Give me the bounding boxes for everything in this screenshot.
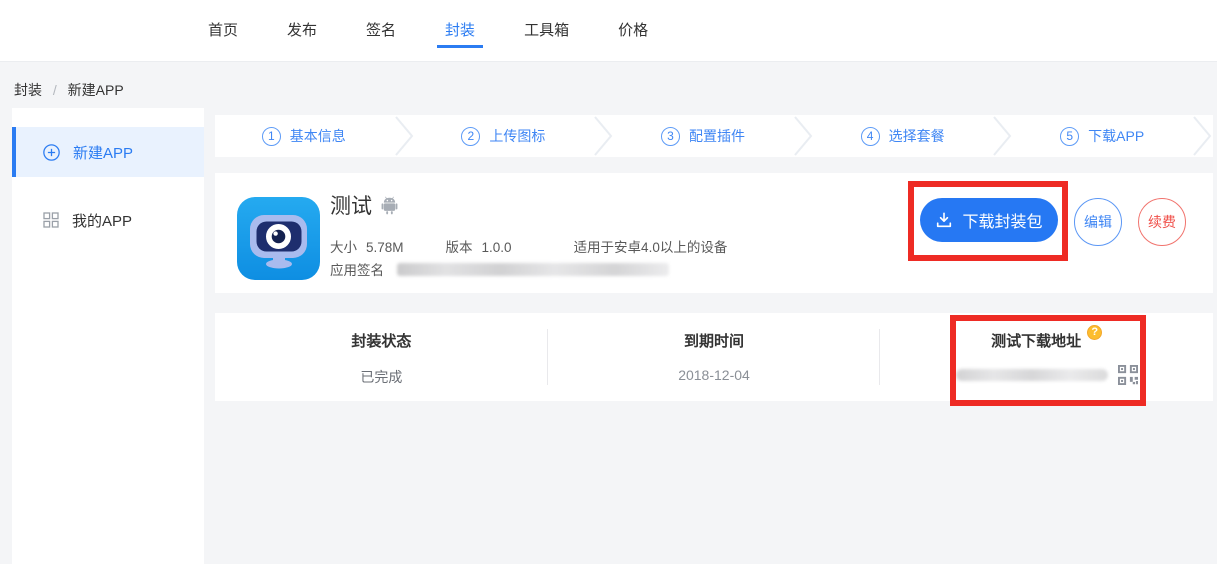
- grid-icon: [43, 212, 59, 228]
- status-column-expiry: 到期时间 2018-12-04: [548, 313, 881, 401]
- download-package-button[interactable]: 下载封装包: [920, 198, 1058, 242]
- step-basic-info[interactable]: 1 基本信息: [215, 115, 393, 157]
- download-url-redacted[interactable]: [956, 369, 1108, 381]
- app-icon: [237, 197, 320, 280]
- status-column-package-status: 封装状态 已完成: [215, 313, 548, 401]
- step-select-plan[interactable]: 4 选择套餐: [814, 115, 992, 157]
- step-number-badge: 5: [1060, 127, 1079, 146]
- step-label: 上传图标: [489, 126, 545, 146]
- step-label: 下载APP: [1088, 126, 1144, 146]
- step-download-app[interactable]: 5 下载APP: [1013, 115, 1191, 157]
- breadcrumb-section[interactable]: 封装: [14, 82, 42, 98]
- signature-label: 应用签名: [330, 259, 384, 279]
- signature-value-redacted: [397, 263, 669, 276]
- chevron-right-icon: [592, 115, 614, 157]
- step-number-badge: 1: [262, 127, 281, 146]
- sidebar-item-new-app[interactable]: 新建APP: [12, 127, 204, 177]
- step-label: 基本信息: [290, 126, 346, 146]
- nav-item-home[interactable]: 首页: [208, 0, 238, 62]
- status-column-download-url: 测试下载地址 ?: [880, 313, 1213, 401]
- qr-code-icon[interactable]: [1118, 365, 1138, 385]
- app-name: 测试: [330, 190, 372, 220]
- sidebar-item-label: 新建APP: [73, 142, 133, 163]
- nav-item-price[interactable]: 价格: [618, 0, 648, 62]
- download-icon: [935, 211, 953, 229]
- breadcrumb-separator: /: [53, 82, 57, 98]
- android-icon: [381, 196, 398, 215]
- compatibility-text: 适用于安卓4.0以上的设备: [574, 236, 728, 256]
- step-label: 配置插件: [689, 126, 745, 146]
- edit-button[interactable]: 编辑: [1074, 198, 1122, 246]
- nav-item-package[interactable]: 封装: [445, 0, 475, 62]
- sidebar: 新建APP 我的APP: [12, 108, 204, 564]
- sidebar-item-my-app[interactable]: 我的APP: [12, 195, 204, 245]
- nav-item-sign[interactable]: 签名: [366, 0, 396, 62]
- plus-circle-icon: [43, 144, 60, 161]
- step-label: 选择套餐: [889, 126, 945, 146]
- top-nav: 首页 发布 签名 封装 工具箱 价格: [208, 0, 648, 62]
- expiry-label: 到期时间: [684, 330, 744, 351]
- step-configure-plugins[interactable]: 3 配置插件: [614, 115, 792, 157]
- step-upload-icon[interactable]: 2 上传图标: [415, 115, 593, 157]
- breadcrumb-current: 新建APP: [68, 82, 124, 98]
- step-number-badge: 2: [461, 127, 480, 146]
- status-panel: 封装状态 已完成 到期时间 2018-12-04 测试下载地址 ?: [215, 313, 1213, 401]
- chevron-right-icon: [792, 115, 814, 157]
- version-value: 1.0.0: [482, 240, 512, 255]
- status-value: 已完成: [360, 367, 402, 387]
- version-label: 版本: [446, 236, 473, 256]
- expiry-value: 2018-12-04: [678, 367, 750, 383]
- nav-item-toolbox[interactable]: 工具箱: [524, 0, 569, 62]
- breadcrumb: 封装 / 新建APP: [14, 80, 124, 100]
- renew-button[interactable]: 续费: [1138, 198, 1186, 246]
- chevron-right-icon: [1191, 115, 1213, 157]
- chevron-right-icon: [393, 115, 415, 157]
- steps-wizard: 1 基本信息 2 上传图标 3 配置插件 4 选择套餐 5 下载APP: [215, 115, 1213, 157]
- chevron-right-icon: [991, 115, 1013, 157]
- sidebar-item-label: 我的APP: [72, 210, 132, 231]
- size-label: 大小: [330, 236, 357, 256]
- step-number-badge: 4: [861, 127, 880, 146]
- app-meta: 大小 5.78M 版本 1.0.0 适用于安卓4.0以上的设备: [330, 236, 727, 256]
- nav-item-publish[interactable]: 发布: [287, 0, 317, 62]
- top-header: 首页 发布 签名 封装 工具箱 价格: [0, 0, 1217, 62]
- status-label: 封装状态: [351, 330, 411, 351]
- app-card: 测试 大小 5.78M 版本 1.0.0 适用于安卓4.0以上的设备 应用签名: [215, 173, 1213, 293]
- help-icon[interactable]: ?: [1087, 325, 1102, 340]
- size-value: 5.78M: [366, 240, 404, 255]
- download-button-label: 下载封装包: [962, 208, 1042, 232]
- download-url-label: 测试下载地址: [991, 330, 1081, 351]
- step-number-badge: 3: [661, 127, 680, 146]
